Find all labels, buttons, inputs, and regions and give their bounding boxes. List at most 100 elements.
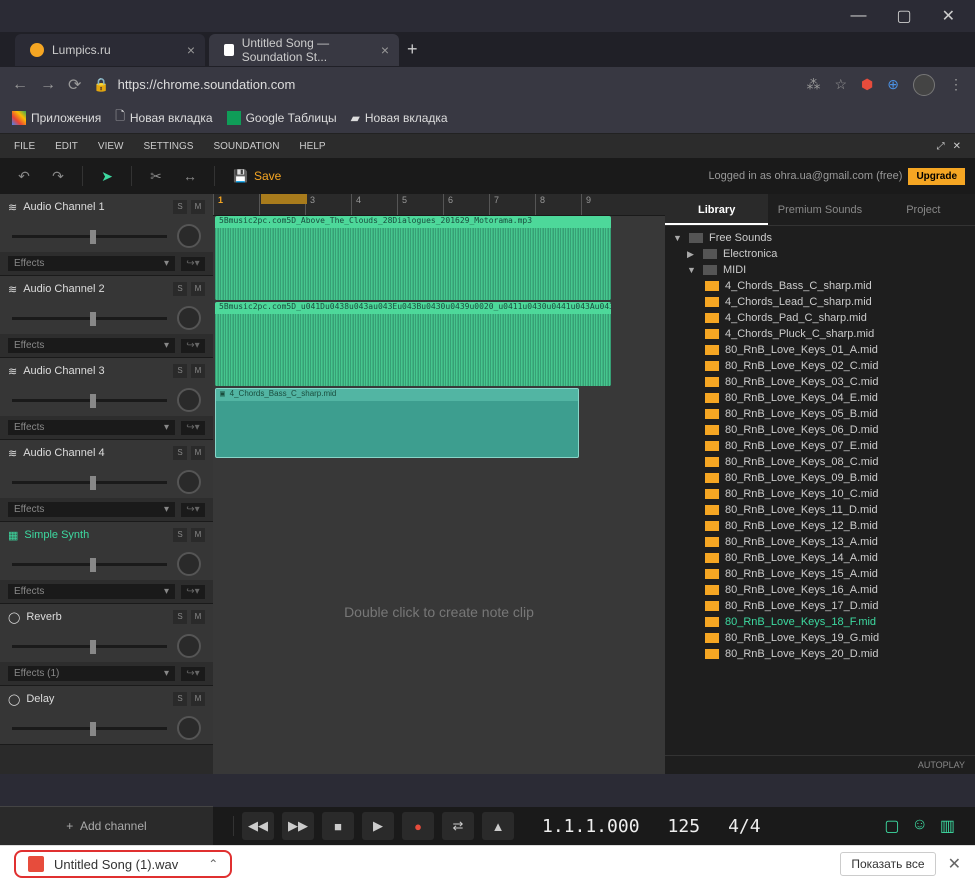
audio-clip-1[interactable]: 5Bmusic2pc.com5D_Above_The_Clouds_28Dial… [215, 216, 611, 300]
pan-knob[interactable] [177, 552, 201, 576]
position-display[interactable]: 1.1.1.000 [542, 816, 640, 837]
save-button[interactable]: 💾 Save [225, 169, 289, 183]
back-button[interactable]: ← [12, 76, 28, 94]
tree-file[interactable]: 80_RnB_Love_Keys_11_D.mid [665, 502, 975, 518]
ruler[interactable]: 123456789 [213, 194, 665, 216]
translate-icon[interactable]: ⁂ [806, 76, 820, 93]
pan-knob[interactable] [177, 634, 201, 658]
volume-slider[interactable] [12, 645, 167, 648]
track[interactable]: ◯ Delay SM [0, 686, 213, 745]
ruler-mark[interactable]: 1 [213, 194, 259, 215]
effects-dropdown[interactable]: Effects▾ [8, 502, 175, 517]
bookmark-item[interactable]: ▰Новая вкладка [351, 111, 448, 125]
pan-knob[interactable] [177, 306, 201, 330]
browser-tab-soundation[interactable]: Untitled Song — Soundation St... × [209, 34, 399, 66]
route-button[interactable]: ↪▾ [181, 257, 205, 271]
mute-button[interactable]: M [191, 692, 205, 706]
effects-dropdown[interactable]: Effects▾ [8, 338, 175, 353]
track[interactable]: ≋ Audio Channel 4 SM Effects▾ ↪▾ [0, 440, 213, 522]
forward-button[interactable]: → [40, 76, 56, 94]
tree-file[interactable]: 4_Chords_Bass_C_sharp.mid [665, 278, 975, 294]
ruler-mark[interactable]: 6 [443, 194, 489, 215]
tree-file[interactable]: 80_RnB_Love_Keys_13_A.mid [665, 534, 975, 550]
menu-edit[interactable]: EDIT [55, 141, 78, 152]
track[interactable]: ≋ Audio Channel 3 SM Effects▾ ↪▾ [0, 358, 213, 440]
chevron-up-icon[interactable]: ⌃ [208, 857, 218, 871]
ruler-mark[interactable]: 7 [489, 194, 535, 215]
tree-file[interactable]: 80_RnB_Love_Keys_17_D.mid [665, 598, 975, 614]
url-input[interactable]: 🔒 https://chrome.soundation.com [93, 77, 794, 93]
star-icon[interactable]: ☆ [834, 76, 847, 93]
tree-file[interactable]: 80_RnB_Love_Keys_05_B.mid [665, 406, 975, 422]
autoplay-toggle[interactable]: AUTOPLAY [665, 755, 975, 774]
pointer-tool[interactable]: ➤ [93, 162, 121, 190]
tree-file[interactable]: 80_RnB_Love_Keys_18_F.mid [665, 614, 975, 630]
play-button[interactable]: ▶ [362, 812, 394, 840]
minimize-button[interactable]: — [850, 7, 866, 25]
audio-clip-2[interactable]: 5Bmusic2pc.com5D_u041Du0438u043au043Eu04… [215, 302, 611, 386]
menu-soundation[interactable]: SOUNDATION [213, 141, 279, 152]
folder-icon[interactable]: ▢ [884, 816, 899, 836]
tree-file[interactable]: 80_RnB_Love_Keys_09_B.mid [665, 470, 975, 486]
tab-library[interactable]: Library [665, 194, 768, 225]
smiley-icon[interactable]: ☺ [912, 816, 928, 836]
close-button[interactable]: ✕ [942, 6, 955, 26]
tree-file[interactable]: 80_RnB_Love_Keys_16_A.mid [665, 582, 975, 598]
tab-close-icon[interactable]: × [187, 42, 195, 58]
effects-dropdown[interactable]: Effects▾ [8, 256, 175, 271]
mute-button[interactable]: M [191, 282, 205, 296]
route-button[interactable]: ↪▾ [181, 585, 205, 599]
record-button[interactable]: ● [402, 812, 434, 840]
tab-close-icon[interactable]: × [381, 42, 389, 58]
menu-icon[interactable]: ⋮ [949, 76, 963, 93]
loop-region[interactable] [261, 194, 307, 204]
tempo-display[interactable]: 125 [668, 816, 701, 837]
expand-icon[interactable]: ⤢ [937, 141, 945, 152]
track[interactable]: ≋ Audio Channel 2 SM Effects▾ ↪▾ [0, 276, 213, 358]
volume-slider[interactable] [12, 563, 167, 566]
track[interactable]: ≋ Audio Channel 1 SM Effects▾ ↪▾ [0, 194, 213, 276]
bookmark-item[interactable]: 🗋Новая вкладка [115, 107, 212, 128]
close-app-icon[interactable]: ✕ [953, 141, 961, 152]
timeline[interactable]: 123456789 5Bmusic2pc.com5D_Above_The_Clo… [213, 194, 665, 774]
apps-bookmark[interactable]: Приложения [12, 111, 101, 125]
forward-button[interactable]: ▶▶ [282, 812, 314, 840]
route-button[interactable]: ↪▾ [181, 503, 205, 517]
pan-knob[interactable] [177, 224, 201, 248]
mute-button[interactable]: M [191, 446, 205, 460]
menu-file[interactable]: FILE [14, 141, 35, 152]
tree-file[interactable]: 80_RnB_Love_Keys_06_D.mid [665, 422, 975, 438]
ruler-mark[interactable]: 9 [581, 194, 627, 215]
cut-tool[interactable]: ✂ [142, 162, 170, 190]
menu-settings[interactable]: SETTINGS [143, 141, 193, 152]
time-signature[interactable]: 4/4 [728, 816, 761, 837]
track[interactable]: ◯ Reverb SM Effects (1)▾ ↪▾ [0, 604, 213, 686]
menu-view[interactable]: VIEW [98, 141, 124, 152]
profile-avatar[interactable] [913, 74, 935, 96]
solo-button[interactable]: S [173, 528, 187, 542]
volume-slider[interactable] [12, 235, 167, 238]
volume-slider[interactable] [12, 481, 167, 484]
add-channel-button[interactable]: + Add channel [0, 806, 213, 845]
track[interactable]: ▦ Simple Synth SM Effects▾ ↪▾ [0, 522, 213, 604]
tree-file[interactable]: 80_RnB_Love_Keys_07_E.mid [665, 438, 975, 454]
tree-folder[interactable]: ▼ MIDI [665, 262, 975, 278]
piano-icon[interactable]: ▥ [940, 816, 955, 836]
globe-icon[interactable]: ⊕ [887, 76, 899, 93]
tree-file[interactable]: 80_RnB_Love_Keys_20_D.mid [665, 646, 975, 662]
volume-slider[interactable] [12, 317, 167, 320]
volume-slider[interactable] [12, 727, 167, 730]
tree-file[interactable]: 80_RnB_Love_Keys_01_A.mid [665, 342, 975, 358]
solo-button[interactable]: S [173, 282, 187, 296]
pan-knob[interactable] [177, 470, 201, 494]
tree-file[interactable]: 4_Chords_Lead_C_sharp.mid [665, 294, 975, 310]
download-item[interactable]: Untitled Song (1).wav ⌃ [14, 850, 232, 878]
tree-file[interactable]: 80_RnB_Love_Keys_08_C.mid [665, 454, 975, 470]
mute-button[interactable]: M [191, 200, 205, 214]
volume-slider[interactable] [12, 399, 167, 402]
tree-root[interactable]: ▼ Free Sounds [665, 230, 975, 246]
adblock-icon[interactable]: ⬢ [861, 76, 873, 93]
route-button[interactable]: ↪▾ [181, 339, 205, 353]
tree-file[interactable]: 4_Chords_Pad_C_sharp.mid [665, 310, 975, 326]
tree-file[interactable]: 80_RnB_Love_Keys_15_A.mid [665, 566, 975, 582]
